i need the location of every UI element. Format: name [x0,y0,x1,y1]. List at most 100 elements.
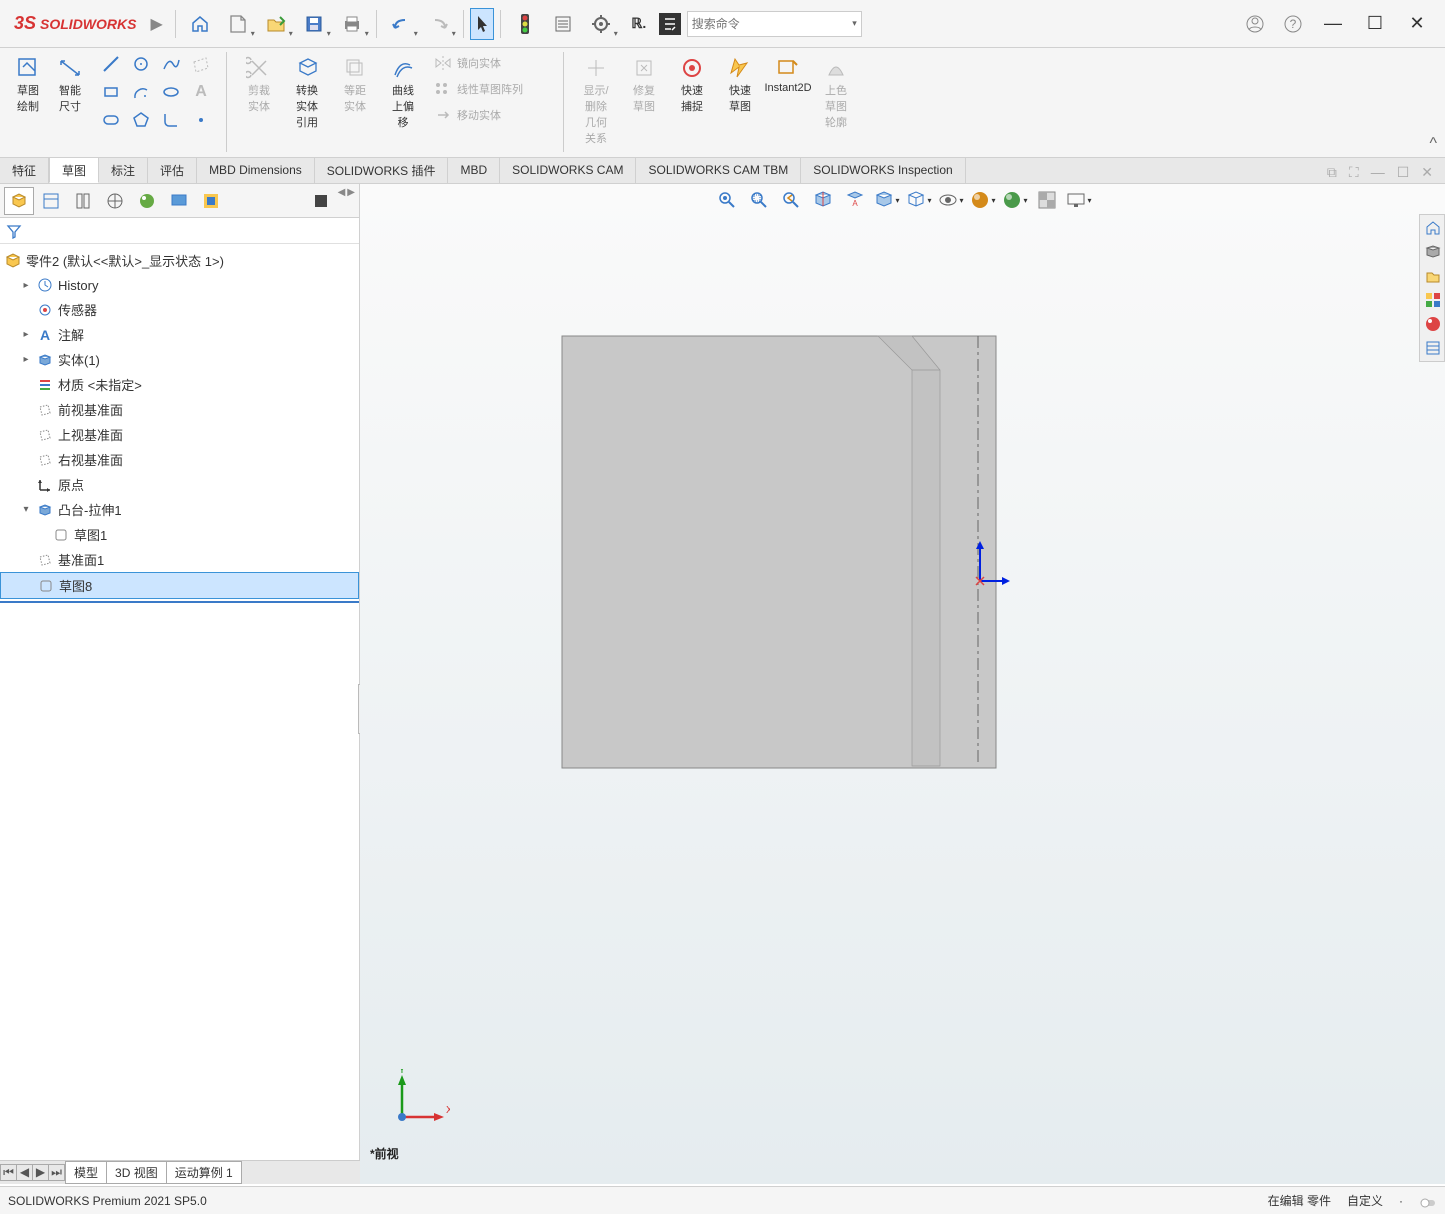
bottom-tab-3dview[interactable]: 3D 视图 [106,1161,167,1184]
open-button[interactable]: ▾ [258,8,294,40]
view-triad[interactable]: Y X [390,1069,450,1129]
convert-button[interactable]: 转换实体引用 [287,52,327,155]
repair-button[interactable]: 修复草图 [624,52,664,155]
instant2d-button[interactable]: Instant2D [768,52,808,155]
task-resources-icon[interactable] [1422,241,1444,263]
zoom-area-button[interactable] [745,186,773,214]
slot-tool[interactable] [98,108,124,132]
tree-bodies[interactable]: ▸实体(1) [0,347,359,372]
more-panel-button[interactable] [306,187,336,215]
list-button[interactable] [545,8,581,40]
curve-offset-button[interactable]: 曲线上偏移 [383,52,423,155]
scene-button[interactable]: ▾ [1001,186,1029,214]
doc-restore-icon[interactable]: ⧉ [1323,162,1341,183]
tab-mbd-dimensions[interactable]: MBD Dimensions [197,157,315,183]
tab-sketch[interactable]: 草图 [49,157,99,183]
tab-evaluate[interactable]: 评估 [148,157,197,183]
tree-right-plane[interactable]: 右视基准面 [0,447,359,472]
polygon-tool[interactable] [128,108,154,132]
graphics-area[interactable]: A ▾ ▾ ▾ ▾ ▾ ▾ [360,184,1445,1184]
ellipse-tool[interactable] [158,80,184,104]
tree-plane1[interactable]: 基准面1 [0,547,359,572]
move-button[interactable]: 移动实体 [431,104,551,126]
tab-features[interactable]: 特征 [0,157,49,183]
bottom-tab-motion[interactable]: 运动算例 1 [166,1161,242,1184]
snap-button[interactable]: 快速捕捉 [672,52,712,155]
user-button[interactable] [1237,8,1273,40]
settings-button[interactable]: ▾ [583,8,619,40]
help-button[interactable]: ? [1275,8,1311,40]
tree-extrude[interactable]: ▾凸台-拉伸1 [0,497,359,522]
offset-button[interactable]: 等距实体 [335,52,375,155]
dimxpert-tab[interactable] [100,187,130,215]
zoom-fit-button[interactable] [713,186,741,214]
appearance-tab[interactable] [132,187,162,215]
task-appearance-icon[interactable] [1422,313,1444,335]
status-units[interactable]: 自定义 [1347,1192,1383,1209]
select-button[interactable]: ▾ [470,8,494,40]
tree-top-plane[interactable]: 上视基准面 [0,422,359,447]
arc-tool[interactable] [128,80,154,104]
spline-tool[interactable] [158,52,184,76]
fillet-tool[interactable] [158,108,184,132]
search-dropdown[interactable]: ▾ [852,18,857,29]
shade-sketch-button[interactable]: 上色草图轮廓 [816,52,856,155]
redo-button[interactable]: ▾ [421,8,457,40]
search-prefix-icon[interactable] [659,13,681,35]
next-tab-button[interactable]: ▶ [33,1165,49,1180]
new-button[interactable]: ▾ [220,8,256,40]
tree-sensors[interactable]: 传感器 [0,297,359,322]
tree-front-plane[interactable]: 前视基准面 [0,397,359,422]
addin-button[interactable]: ℝ. [621,8,657,40]
section-view-button[interactable] [809,186,837,214]
circle-tool[interactable] [128,52,154,76]
panel-nav-right[interactable]: ▶ [347,187,355,215]
tree-history[interactable]: ▸History [0,273,359,297]
task-view-icon[interactable] [1422,289,1444,311]
sketch-origin[interactable] [972,539,1012,589]
tab-mbd[interactable]: MBD [448,157,500,183]
rectangle-tool[interactable] [98,80,124,104]
line-tool[interactable] [98,52,124,76]
viewport-button[interactable]: ▾ [1065,186,1093,214]
panel-nav-left[interactable]: ◀ [338,187,346,215]
appearance-button[interactable]: ▾ [969,186,997,214]
tree-sketch8[interactable]: 草图8 [0,572,359,599]
tree-origin[interactable]: 原点 [0,472,359,497]
prev-view-button[interactable] [777,186,805,214]
tab-cam-tbm[interactable]: SOLIDWORKS CAM TBM [636,157,801,183]
display-style-button[interactable]: ▾ [873,186,901,214]
minimize-button[interactable]: — [1313,8,1353,40]
status-toggle-icon[interactable] [1419,1194,1437,1208]
zebra-button[interactable]: A [841,186,869,214]
tab-annotate[interactable]: 标注 [99,157,148,183]
play-icon[interactable]: ▶ [144,14,168,34]
tab-addins[interactable]: SOLIDWORKS 插件 [315,157,449,183]
task-home-icon[interactable] [1422,217,1444,239]
undo-button[interactable]: ▾ [383,8,419,40]
config-tab[interactable] [68,187,98,215]
sketch-button[interactable]: 草图绘制 [8,52,48,116]
display-tab[interactable] [164,187,194,215]
maximize-button[interactable]: ☐ [1355,8,1395,40]
text-tool[interactable]: A [188,80,214,104]
home-button[interactable] [182,8,218,40]
bottom-tab-model[interactable]: 模型 [65,1161,107,1184]
search-input[interactable] [692,17,847,31]
show-relations-button[interactable]: 显示/删除几何关系 [576,52,616,155]
last-tab-button[interactable]: ⏭ [49,1165,65,1180]
mirror-button[interactable]: 镜向实体 [431,52,551,74]
search-icon[interactable] [847,17,848,31]
collapse-ribbon-button[interactable]: ^ [1429,135,1437,153]
task-library-icon[interactable] [1422,265,1444,287]
doc-minimize-icon[interactable]: — [1367,162,1389,183]
trim-button[interactable]: 剪裁实体 [239,52,279,155]
view-orient-button[interactable]: ▾ [905,186,933,214]
tab-cam[interactable]: SOLIDWORKS CAM [500,157,636,183]
property-tab[interactable] [36,187,66,215]
doc-close-icon[interactable]: ✕ [1417,162,1437,183]
save-button[interactable]: ▾ [296,8,332,40]
tree-sketch1[interactable]: 草图1 [0,522,359,547]
hide-show-button[interactable]: ▾ [937,186,965,214]
close-button[interactable]: ✕ [1397,8,1437,40]
